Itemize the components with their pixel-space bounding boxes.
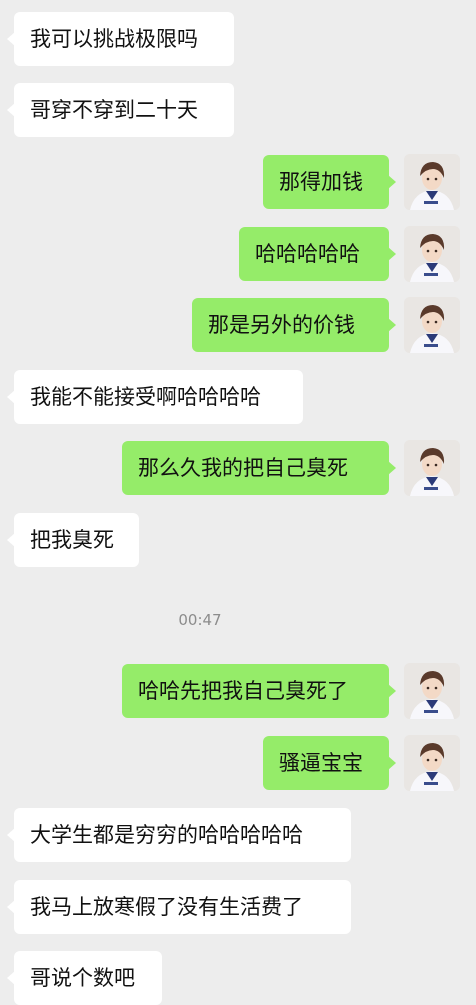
outgoing-message-bubble[interactable]: 哈哈先把我自己臭死了 (122, 664, 396, 718)
user-avatar[interactable] (404, 297, 460, 353)
outgoing-message-bubble[interactable]: 那么久我的把自己臭死 (122, 441, 396, 495)
avatar-image (404, 154, 460, 210)
user-avatar[interactable] (404, 735, 460, 791)
outgoing-message-bubble[interactable]: 哈哈哈哈哈 (239, 227, 396, 281)
avatar-image (404, 440, 460, 496)
outgoing-message-bubble[interactable]: 那得加钱 (263, 155, 396, 209)
incoming-message-bubble[interactable]: 我能不能接受啊哈哈哈哈 (7, 370, 303, 424)
incoming-message-bubble[interactable]: 我马上放寒假了没有生活费了 (7, 880, 351, 934)
avatar-image (404, 226, 460, 282)
user-avatar[interactable] (404, 226, 460, 282)
user-avatar[interactable] (404, 154, 460, 210)
avatar-image (404, 663, 460, 719)
avatar-image (404, 297, 460, 353)
incoming-message-bubble[interactable]: 哥说个数吧 (7, 951, 162, 1005)
outgoing-message-bubble[interactable]: 骚逼宝宝 (263, 736, 396, 790)
user-avatar[interactable] (404, 440, 460, 496)
outgoing-message-bubble[interactable]: 那是另外的价钱 (192, 298, 396, 352)
incoming-message-bubble[interactable]: 我可以挑战极限吗 (7, 12, 234, 66)
message-timestamp: 00:47 (178, 611, 222, 629)
incoming-message-bubble[interactable]: 大学生都是穷穷的哈哈哈哈哈 (7, 808, 351, 862)
user-avatar[interactable] (404, 663, 460, 719)
avatar-image (404, 735, 460, 791)
incoming-message-bubble[interactable]: 哥穿不穿到二十天 (7, 83, 234, 137)
incoming-message-bubble[interactable]: 把我臭死 (7, 513, 139, 567)
